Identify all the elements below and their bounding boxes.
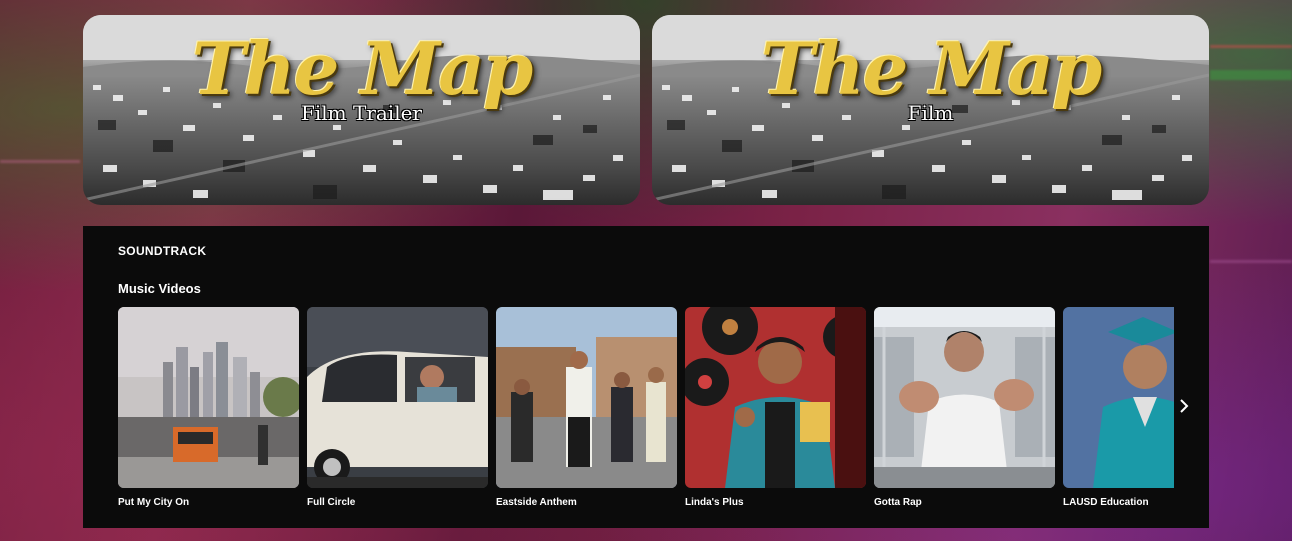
background-streak [1210,70,1292,80]
video-title: LAUSD Education [1063,497,1149,508]
video-thumbnail[interactable] [1063,307,1174,488]
video-thumbnail[interactable] [496,307,677,488]
video-title: Linda's Plus [685,497,744,508]
music-videos-heading: Music Videos [118,281,201,296]
vintage-car-image [307,307,488,488]
background-streak [0,160,80,163]
music-video-carousel[interactable]: Put My City On Full Circle Eastside Anth… [118,307,1174,517]
video-title: Full Circle [307,497,356,508]
group-street-image [496,307,677,488]
video-card-lausd-education[interactable]: LAUSD Education [1063,307,1174,508]
logo-title: The Map [191,26,534,111]
video-card-put-my-city-on[interactable]: Put My City On [118,307,299,508]
section-title: SOUNDTRACK [118,244,207,258]
logo-subtitle: Film [907,101,954,125]
train-interior-image [874,307,1055,488]
video-title: Gotta Rap [874,497,922,508]
downtown-street-image [118,307,299,488]
video-thumbnail[interactable] [685,307,866,488]
hero-logo: The Map Film [652,26,1209,126]
chevron-right-icon[interactable] [1176,391,1192,421]
video-title: Eastside Anthem [496,497,577,508]
video-card-eastside-anthem[interactable]: Eastside Anthem [496,307,677,508]
video-card-gotta-rap[interactable]: Gotta Rap [874,307,1055,508]
hero-logo: The Map Film Trailer [83,26,640,126]
soundtrack-section: SOUNDTRACK Music Videos Put My City On F… [83,226,1209,528]
video-thumbnail[interactable] [307,307,488,488]
video-card-full-circle[interactable]: Full Circle [307,307,488,508]
film-trailer-card[interactable]: The Map Film Trailer [83,15,640,205]
logo-title: The Map [760,26,1103,111]
background-streak [1210,260,1292,263]
video-thumbnail[interactable] [118,307,299,488]
background-streak [1210,45,1292,48]
video-card-lindas-plus[interactable]: Linda's Plus [685,307,866,508]
records-portrait-image [685,307,866,488]
video-thumbnail[interactable] [874,307,1055,488]
video-title: Put My City On [118,497,190,508]
hero-row: The Map Film Trailer The Map Film [83,15,1209,205]
logo-subtitle: Film Trailer [300,101,422,125]
film-card[interactable]: The Map Film [652,15,1209,205]
graduation-portrait-image [1063,307,1174,488]
